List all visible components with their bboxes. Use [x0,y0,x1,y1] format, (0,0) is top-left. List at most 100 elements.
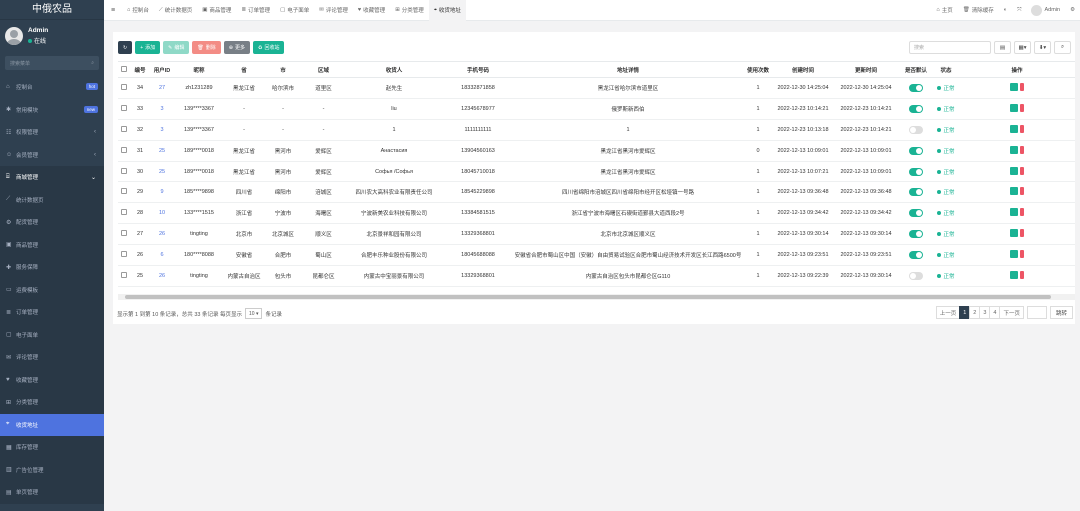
clear-cache-button[interactable]: 🗑 清除缓存 [958,6,999,14]
table-row[interactable]: 34 27 zh1231289 黑龙江省 哈尔滨市 道里区 赵先生 18332871858 黑龙… [118,77,1075,99]
avatar[interactable] [5,27,23,45]
page-jump-button[interactable]: 跳转 [1049,306,1073,319]
column-header[interactable]: 更新时间 [833,61,899,78]
default-toggle[interactable] [909,146,923,155]
sidebar-subitem-page[interactable]: ▤ 单页管理 [0,481,104,504]
fullscreen-icon[interactable]: ⤧ [1012,7,1026,14]
row-checkbox[interactable] [121,230,127,237]
sidebar-subitem-waybill[interactable]: ▢ 电子面单 [0,323,104,346]
edit-button[interactable]: ✎ 编辑 [163,41,190,54]
delete-icon[interactable] [1020,208,1024,217]
row-checkbox[interactable] [121,209,127,216]
delete-icon[interactable] [1020,270,1024,279]
table-row[interactable]: 29 9 185****9898 四川省 绵阳市 涪城区 四川农大高科农业有限责任公司 185… [118,181,1075,204]
edit-icon[interactable] [1010,166,1018,175]
column-header[interactable]: 市 [264,61,302,78]
default-toggle[interactable] [909,271,923,280]
home-link[interactable]: ⌂ 主页 [931,6,957,14]
row-checkbox[interactable] [121,271,127,278]
sidebar-item-member[interactable]: ☺ 会员管理 ‹ [0,144,104,167]
menu-toggle-icon[interactable]: ≡ [104,7,122,14]
table-cell[interactable]: 9 [150,181,174,204]
table-cell[interactable]: 25 [150,161,174,183]
prev-page-button[interactable]: 上一页 [935,306,961,319]
table-cell[interactable]: 26 [150,265,174,287]
recycle-bin-button[interactable]: ♻ 回收站 [252,41,285,54]
column-header[interactable]: 操作 [959,61,1075,78]
delete-icon[interactable] [1020,250,1024,259]
edit-icon[interactable] [1010,270,1018,279]
sidebar-subitem-service[interactable]: ✚ 服务保障 [0,256,104,279]
default-toggle[interactable] [909,83,923,92]
edit-icon[interactable] [1010,229,1018,238]
column-header[interactable]: 是否默认 [899,61,933,78]
tab-order[interactable]: ≣ 订单管理 [236,0,275,21]
table-cell[interactable]: 3 [150,98,174,120]
default-toggle[interactable] [909,167,923,176]
edit-icon[interactable] [1010,103,1018,112]
column-header[interactable]: 区域 [302,61,345,78]
settings-icon[interactable]: ⚙ [1065,7,1080,13]
theme-icon[interactable]: ◐ [999,7,1012,13]
column-header[interactable]: 地址详情 [513,61,743,78]
row-checkbox[interactable] [121,83,127,90]
sidebar-subitem-freight[interactable]: ▭ 运费模板 [0,278,104,301]
edit-icon[interactable] [1010,208,1018,217]
select-all-checkbox[interactable] [121,65,127,72]
next-page-button[interactable]: 下一页 [999,306,1024,319]
column-header[interactable]: 收货人 [345,61,443,78]
row-checkbox[interactable] [121,125,127,132]
add-button[interactable]: + 添加 [135,41,161,54]
refresh-button[interactable]: ↻ [118,41,133,54]
delete-icon[interactable] [1020,229,1024,238]
edit-icon[interactable] [1010,187,1018,196]
row-checkbox[interactable] [121,251,127,258]
sidebar-subitem-order[interactable]: ≣ 订单管理 [0,301,104,324]
delete-icon[interactable] [1020,187,1024,196]
row-checkbox[interactable] [121,146,127,153]
table-row[interactable]: 32 3 139****3367- - -1 1111111111 1 1 2022-12-23… [118,119,1075,141]
table-cell[interactable]: 26 [150,223,174,246]
sidebar-item-users[interactable]: ☷ 权限管理 ‹ [0,121,104,144]
tab-home[interactable]: ⌂ 控制台 [122,0,154,21]
table-row[interactable]: 31 25 189****0018 黑龙江省 黑河市 爱辉区 Анастасия 139045… [118,140,1075,162]
sidebar-subitem-ad[interactable]: ▥ 广告位管理 [0,458,104,481]
delete-icon[interactable] [1020,145,1024,154]
table-cell[interactable]: 6 [150,244,174,267]
default-toggle[interactable] [909,251,923,260]
column-header[interactable]: 昵称 [174,61,224,78]
sidebar-subitem-address[interactable]: ⌖ 收货地址 [0,413,104,436]
column-header[interactable]: 编号 [130,61,150,78]
table-cell[interactable]: 25 [150,140,174,162]
column-header[interactable]: 手机号码 [443,61,513,78]
sidebar-search-input[interactable]: 搜索菜单 ⌕ [5,56,99,70]
advanced-search-icon[interactable]: ⌕ [1054,41,1071,54]
card-view-icon[interactable]: ▤ [994,41,1011,54]
default-toggle[interactable] [909,230,923,239]
sidebar-item-gear[interactable]: ✱ 常用模块 new [0,99,104,122]
horizontal-scrollbar[interactable] [118,294,1075,300]
tab-category[interactable]: ⊞ 分类管理 [390,0,429,21]
sidebar-item-shop[interactable]: ⌸ 商城管理 ⌄ [0,166,104,189]
page-jump-input[interactable] [1026,306,1047,319]
scrollbar-thumb[interactable] [125,295,1051,299]
default-toggle[interactable] [909,104,923,113]
tab-waybill[interactable]: ▢ 电子面单 [275,0,314,21]
sidebar-subitem-goods[interactable]: ▣ 商品管理 [0,233,104,256]
page-size-select[interactable]: 10 ▾ [245,308,263,319]
tab-address[interactable]: ⌖ 收货地址 [428,0,466,21]
edit-icon[interactable] [1010,82,1018,91]
row-checkbox[interactable] [121,104,127,111]
column-header[interactable]: 创建时间 [773,61,833,78]
tab-heart[interactable]: ♥ 收藏管理 [353,0,390,21]
table-row[interactable]: 30 25 189****0018 黑龙江省 黑河市 爱辉区 Софья /Софья 180… [118,161,1075,183]
column-header[interactable]: 状态 [933,61,959,78]
row-checkbox[interactable] [121,167,127,174]
edit-icon[interactable] [1010,145,1018,154]
table-row[interactable]: 33 3 139****3367- - - liu 12345678977 俄罗斯新西伯 1 20… [118,98,1075,120]
table-cell[interactable]: 10 [150,202,174,225]
table-row[interactable]: 28 10 133****1515 浙江省 宁波市 海曙区 宁波新美农业科技有限公司 1338… [118,202,1075,225]
export-icon[interactable]: ⬇▾ [1034,41,1051,54]
table-cell[interactable]: 27 [150,77,174,99]
delete-icon[interactable] [1020,103,1024,112]
